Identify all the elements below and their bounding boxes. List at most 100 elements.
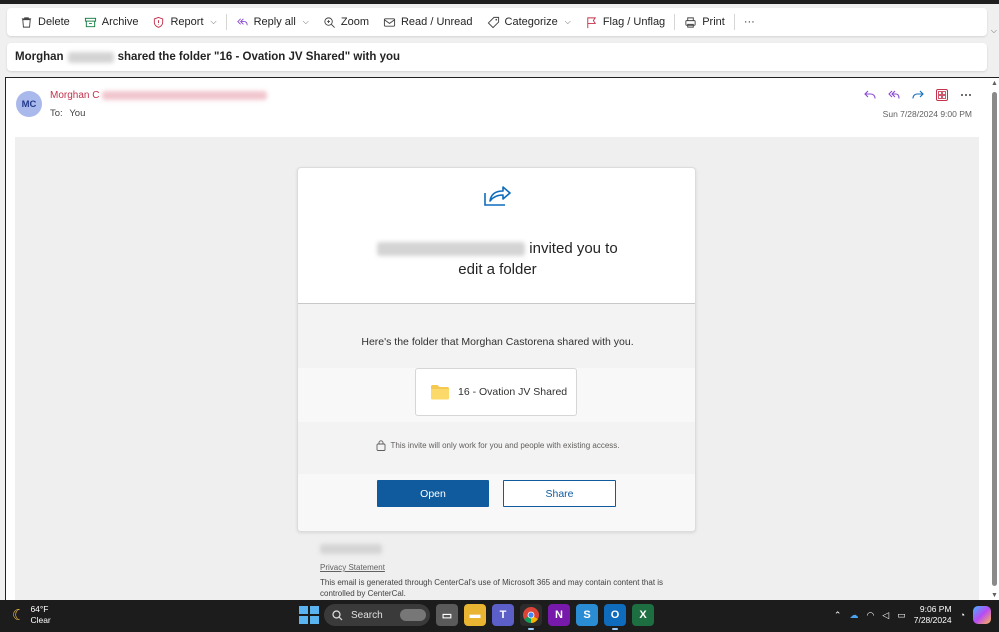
volume-icon[interactable]: ◁ xyxy=(882,610,889,621)
redacted-name xyxy=(67,51,114,63)
tag-icon xyxy=(487,16,499,28)
scrollbar-thumb[interactable] xyxy=(992,92,997,586)
onenote-icon[interactable]: N xyxy=(548,604,570,626)
clock-time: 9:06 PM xyxy=(919,604,952,614)
lock-icon xyxy=(376,440,385,451)
delete-button[interactable]: Delete xyxy=(13,11,77,33)
more-options-button[interactable]: ··· xyxy=(737,11,762,33)
reply-all-button[interactable]: Reply all ⌵ xyxy=(229,11,316,33)
subject-bar: Morghan shared the folder "16 - Ovation … xyxy=(7,43,987,71)
reply-all-icon[interactable] xyxy=(887,88,901,102)
zoom-label: Zoom xyxy=(340,16,369,28)
subject-sender-name: Morghan xyxy=(15,51,64,63)
task-view-icon[interactable]: ▭ xyxy=(436,604,458,626)
share-icon xyxy=(484,186,511,206)
footer-note: This email is generated through CenterCa… xyxy=(320,578,664,598)
open-button[interactable]: Open xyxy=(377,480,489,507)
to-value: You xyxy=(69,108,86,119)
copilot-icon[interactable] xyxy=(973,606,991,624)
clock[interactable]: 9:06 PM 7/28/2024 xyxy=(914,604,952,626)
toolbar-divider xyxy=(733,14,735,30)
onedrive-icon[interactable]: ☁ xyxy=(849,610,858,621)
zoom-button[interactable]: Zoom xyxy=(316,11,376,33)
delete-label: Delete xyxy=(38,16,70,28)
reply-icon[interactable] xyxy=(863,88,877,102)
weather-temp: 64°F xyxy=(30,604,49,614)
chevron-down-icon[interactable]: ⌵ xyxy=(303,17,309,27)
wifi-icon[interactable]: ◠ xyxy=(866,610,874,621)
card-buttons: Open Share xyxy=(298,474,695,531)
headline-line1: invited you to xyxy=(529,240,618,257)
read-unread-button[interactable]: Read / Unread xyxy=(376,11,480,33)
chevron-up-icon[interactable]: ⌃ xyxy=(834,610,842,621)
folder-row: 16 - Ovation JV Shared xyxy=(298,368,695,422)
chrome-icon[interactable] xyxy=(520,604,542,630)
invite-headline: invited you to edit a folder xyxy=(298,238,695,280)
archive-button[interactable]: Archive xyxy=(77,11,146,33)
message-actions xyxy=(863,88,973,102)
chrome-logo xyxy=(523,607,539,623)
print-button[interactable]: Print xyxy=(677,11,732,33)
categorize-label: Categorize xyxy=(504,16,558,28)
sender-name[interactable]: Morghan C xyxy=(50,90,268,101)
avatar[interactable]: MC xyxy=(16,91,42,117)
teams-icon[interactable]: T xyxy=(492,604,514,626)
zoom-icon xyxy=(324,16,335,28)
flag-icon xyxy=(587,16,596,28)
scroll-down-icon[interactable]: ⌵ xyxy=(991,26,997,36)
outlook-icon[interactable]: O xyxy=(604,604,626,630)
chevron-down-icon[interactable]: ⌵ xyxy=(565,17,571,27)
message-date: Sun 7/28/2024 9:00 PM xyxy=(882,109,972,119)
reading-scrollbar[interactable]: ▲ ▼ xyxy=(989,78,999,600)
printer-icon xyxy=(685,16,696,28)
share-button[interactable]: Share xyxy=(503,480,616,507)
forward-icon[interactable] xyxy=(911,88,925,102)
excel-icon[interactable]: X xyxy=(632,604,654,626)
folder-shared-message: Here's the folder that Morghan Castorena… xyxy=(361,336,634,348)
search-label: Search xyxy=(351,609,383,621)
categorize-button[interactable]: Categorize ⌵ xyxy=(480,11,578,33)
chevron-down-icon[interactable]: ⌵ xyxy=(211,17,217,27)
more-icon: ··· xyxy=(743,16,755,28)
email-body: invited you to edit a folder Here's the … xyxy=(15,137,979,600)
to-label: To: xyxy=(50,108,63,119)
scroll-up-icon[interactable]: ▲ xyxy=(991,80,998,87)
report-button[interactable]: Report ⌵ xyxy=(145,11,223,33)
subject-text: shared the folder "16 - Ovation JV Share… xyxy=(117,51,401,63)
invite-note-text: This invite will only work for you and p… xyxy=(390,441,620,450)
apps-grid-icon[interactable] xyxy=(935,88,949,102)
taskbar-search[interactable]: Search xyxy=(324,604,430,626)
weather-condition: Clear xyxy=(30,615,51,625)
sender-name-text: Morghan C xyxy=(50,90,100,101)
reading-pane: MC Morghan C To: You Sun 7/28/2024 9:00 … xyxy=(5,77,999,600)
file-explorer-icon[interactable]: ▬ xyxy=(464,604,486,626)
read-unread-label: Read / Unread xyxy=(400,16,473,28)
folder-icon xyxy=(431,385,449,400)
redacted-inviter-name xyxy=(377,242,526,257)
flag-button[interactable]: Flag / Unflag xyxy=(578,11,672,33)
invite-note: This invite will only work for you and p… xyxy=(298,440,695,451)
more-icon[interactable] xyxy=(959,88,973,102)
snagit-icon[interactable]: S xyxy=(576,604,598,626)
battery-icon[interactable]: ▭ xyxy=(897,610,906,621)
window-top-border xyxy=(0,0,999,4)
recipient-line: To: You xyxy=(50,108,85,119)
print-label: Print xyxy=(702,16,725,28)
bell-icon[interactable]: ◔ xyxy=(960,610,965,620)
weather-widget[interactable]: ☾ 64°F Clear xyxy=(12,604,51,626)
clock-date: 7/28/2024 xyxy=(913,615,952,625)
redacted-footer-text xyxy=(320,544,382,554)
archive-label: Archive xyxy=(101,16,139,28)
windows-start-icon[interactable] xyxy=(298,605,319,625)
privacy-statement-link[interactable]: Privacy Statement xyxy=(320,563,385,572)
folder-name: 16 - Ovation JV Shared xyxy=(458,386,568,398)
scroll-down-icon[interactable]: ▼ xyxy=(991,592,998,599)
reply-all-label: Reply all xyxy=(253,16,296,28)
share-card: invited you to edit a folder Here's the … xyxy=(297,167,696,532)
headline-line2: edit a folder xyxy=(458,261,537,278)
taskbar-apps: Search ▭ ▬ T N S O X xyxy=(298,604,654,630)
folder-link[interactable]: 16 - Ovation JV Shared xyxy=(415,368,577,416)
card-details: Here's the folder that Morghan Castorena… xyxy=(298,304,695,531)
redacted-sender-email xyxy=(102,90,268,100)
toolbar-divider xyxy=(674,14,676,30)
